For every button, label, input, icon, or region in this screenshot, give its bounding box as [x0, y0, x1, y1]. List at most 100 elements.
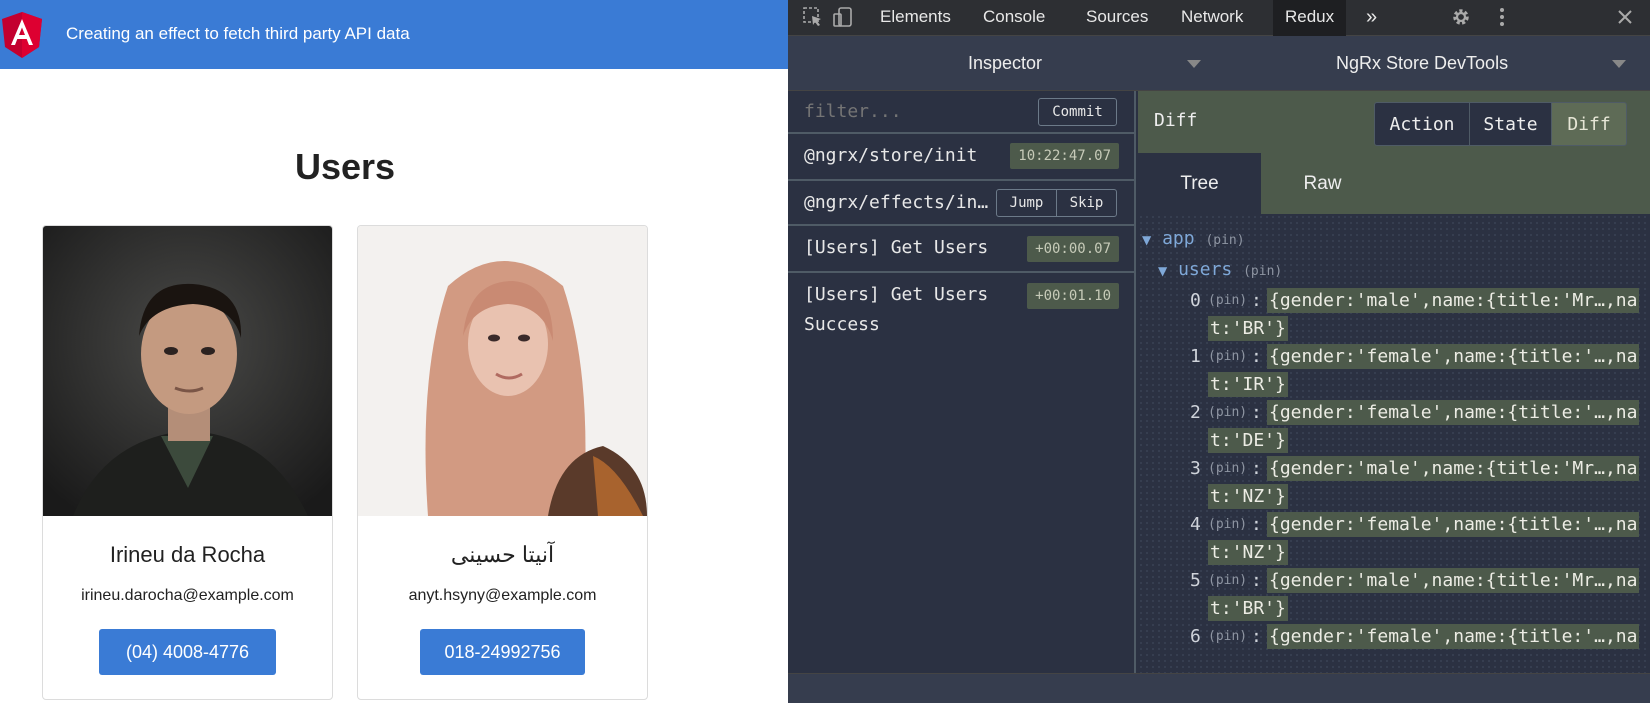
app-title: Creating an effect to fetch third party … [66, 24, 410, 43]
expand-triangle-icon[interactable]: ▼ [1142, 233, 1151, 247]
tree-item[interactable]: 4 (pin): {gender:'female',name:{title:'…,n… [1138, 512, 1650, 570]
tab-elements[interactable]: Elements [868, 0, 963, 36]
tree-item[interactable]: 5 (pin): {gender:'male',name:{title:'Mr…,n… [1138, 568, 1650, 626]
chevron-down-icon[interactable] [1187, 60, 1201, 68]
action-item[interactable]: [Users] Get Users Success +00:01.10 [788, 273, 1134, 351]
tree-value: {gender:'male',name:{title:'Mr…,na [1267, 456, 1640, 481]
tab-network[interactable]: Network [1169, 0, 1255, 36]
tree-value: {gender:'male',name:{title:'Mr…,na [1267, 568, 1640, 593]
devtools-tab-bar: Elements Console Sources Network Redux » [788, 0, 1650, 36]
action-item[interactable]: @ngrx/effects/in… Jump Skip [788, 181, 1134, 226]
action-time: 10:22:47.07 [1010, 143, 1119, 169]
mode-state-button[interactable]: State [1469, 102, 1552, 146]
tab-raw[interactable]: Raw [1261, 153, 1384, 214]
view-tabs: Tree Raw [1138, 153, 1650, 214]
action-item[interactable]: @ngrx/store/init 10:22:47.07 [788, 134, 1134, 181]
user-name: Irineu da Rocha [109, 542, 266, 567]
tab-sources[interactable]: Sources [1074, 0, 1160, 36]
tree-value: t:'DE'} [1208, 428, 1288, 453]
tree-separator: : [1251, 626, 1262, 647]
tree-value: t:'NZ'} [1208, 540, 1288, 565]
tree-value: t:'IR'} [1208, 372, 1288, 397]
angular-logo-icon [2, 12, 42, 58]
filter-input[interactable] [804, 97, 1014, 125]
tab-console[interactable]: Console [971, 0, 1057, 36]
tree-index: 5 [1190, 570, 1201, 591]
more-tabs-button[interactable]: » [1354, 0, 1389, 36]
inspect-element-icon[interactable] [802, 6, 824, 28]
tab-redux[interactable]: Redux [1273, 0, 1347, 36]
action-item[interactable]: [Users] Get Users +00:00.07 [788, 226, 1134, 273]
pin-button[interactable]: (pin) [1243, 264, 1282, 279]
pin-button[interactable]: (pin) [1208, 573, 1247, 588]
monitor-selector-bar: Inspector NgRx Store DevTools [788, 36, 1650, 91]
pin-button[interactable]: (pin) [1208, 405, 1247, 420]
tree-value: {gender:'female',name:{title:'…,na [1267, 344, 1640, 369]
tree-separator: : [1251, 570, 1262, 591]
state-tree: ▼ app (pin) ▼ users (pin) 0 (pin): {gender… [1138, 214, 1650, 703]
more-options-icon[interactable] [1491, 6, 1513, 28]
tree-node-app[interactable]: ▼ app (pin) [1142, 228, 1245, 249]
instance-dropdown[interactable]: NgRx Store DevTools [1336, 36, 1508, 91]
tree-index: 4 [1190, 514, 1201, 535]
tree-item[interactable]: 3 (pin): {gender:'male',name:{title:'Mr…,n… [1138, 456, 1650, 514]
action-time: +00:01.10 [1027, 283, 1119, 309]
tree-value: {gender:'female',name:{title:'…,na [1267, 400, 1640, 425]
device-toolbar-icon[interactable] [832, 6, 854, 28]
user-email: irineu.darocha@example.com [81, 587, 294, 604]
mode-action-button[interactable]: Action [1374, 102, 1470, 146]
pin-button[interactable]: (pin) [1208, 461, 1247, 476]
action-time: +00:00.07 [1027, 236, 1119, 262]
tree-value: t:'NZ'} [1208, 484, 1288, 509]
user-email: anyt.hsyny@example.com [408, 587, 597, 604]
action-label: [Users] Get Users [804, 237, 989, 258]
action-list: Commit @ngrx/store/init 10:22:47.07 @ngr… [788, 91, 1136, 703]
expand-triangle-icon[interactable]: ▼ [1158, 264, 1167, 278]
pin-button[interactable]: (pin) [1205, 233, 1244, 248]
action-label: [Users] Get Users [804, 284, 989, 305]
panel-title: Diff [1154, 110, 1198, 131]
gear-icon[interactable] [1450, 6, 1472, 28]
page-title: Users [294, 146, 396, 187]
tab-tree[interactable]: Tree [1138, 153, 1261, 214]
tree-index: 6 [1190, 626, 1201, 647]
tree-value: {gender:'female',name:{title:'…,na [1267, 512, 1640, 537]
action-label: Success [804, 314, 880, 335]
tree-separator: : [1251, 514, 1262, 535]
tree-separator: : [1251, 346, 1262, 367]
inspector-dropdown[interactable]: Inspector [968, 36, 1042, 91]
user-card: Irineu da Rocha irineu.darocha@example.c… [42, 225, 333, 700]
diff-panel: Diff Action State Diff Tree Raw ▼ app (p… [1138, 91, 1650, 703]
user-phone-button[interactable]: (04) 4008-4776 [99, 629, 276, 675]
tree-value: {gender:'female',name:{title:'…,na [1267, 624, 1640, 649]
user-phone-button[interactable]: 018-24992756 [420, 629, 585, 675]
tree-separator: : [1251, 290, 1262, 311]
pin-button[interactable]: (pin) [1208, 517, 1247, 532]
pin-button[interactable]: (pin) [1208, 293, 1247, 308]
user-photo [358, 226, 647, 516]
tree-value: t:'BR'} [1208, 316, 1288, 341]
mode-diff-button[interactable]: Diff [1551, 102, 1627, 146]
app-page: Creating an effect to fetch third party … [0, 0, 788, 703]
tree-index: 3 [1190, 458, 1201, 479]
pin-button[interactable]: (pin) [1208, 629, 1247, 644]
tree-index: 1 [1190, 346, 1201, 367]
tree-key: app [1162, 228, 1195, 249]
tree-key: users [1178, 259, 1233, 280]
user-name: آنیتا حسینی [450, 542, 555, 567]
tree-node-users[interactable]: ▼ users (pin) [1158, 259, 1282, 280]
chevron-down-icon[interactable] [1612, 60, 1626, 68]
tree-index: 0 [1190, 290, 1201, 311]
tree-item[interactable]: 2 (pin): {gender:'female',name:{title:'…,n… [1138, 400, 1650, 458]
devtools-footer [788, 673, 1650, 703]
jump-button[interactable]: Jump [996, 189, 1057, 217]
tree-item[interactable]: 0 (pin): {gender:'male',name:{title:'Mr…,n… [1138, 288, 1650, 346]
pin-button[interactable]: (pin) [1208, 349, 1247, 364]
tree-value: {gender:'male',name:{title:'Mr…,na [1267, 288, 1640, 313]
skip-button[interactable]: Skip [1056, 189, 1117, 217]
tree-item[interactable]: 1 (pin): {gender:'female',name:{title:'…,n… [1138, 344, 1650, 402]
commit-button[interactable]: Commit [1038, 98, 1117, 126]
close-icon[interactable] [1614, 6, 1636, 28]
user-photo [43, 226, 332, 516]
tree-separator: : [1251, 402, 1262, 423]
